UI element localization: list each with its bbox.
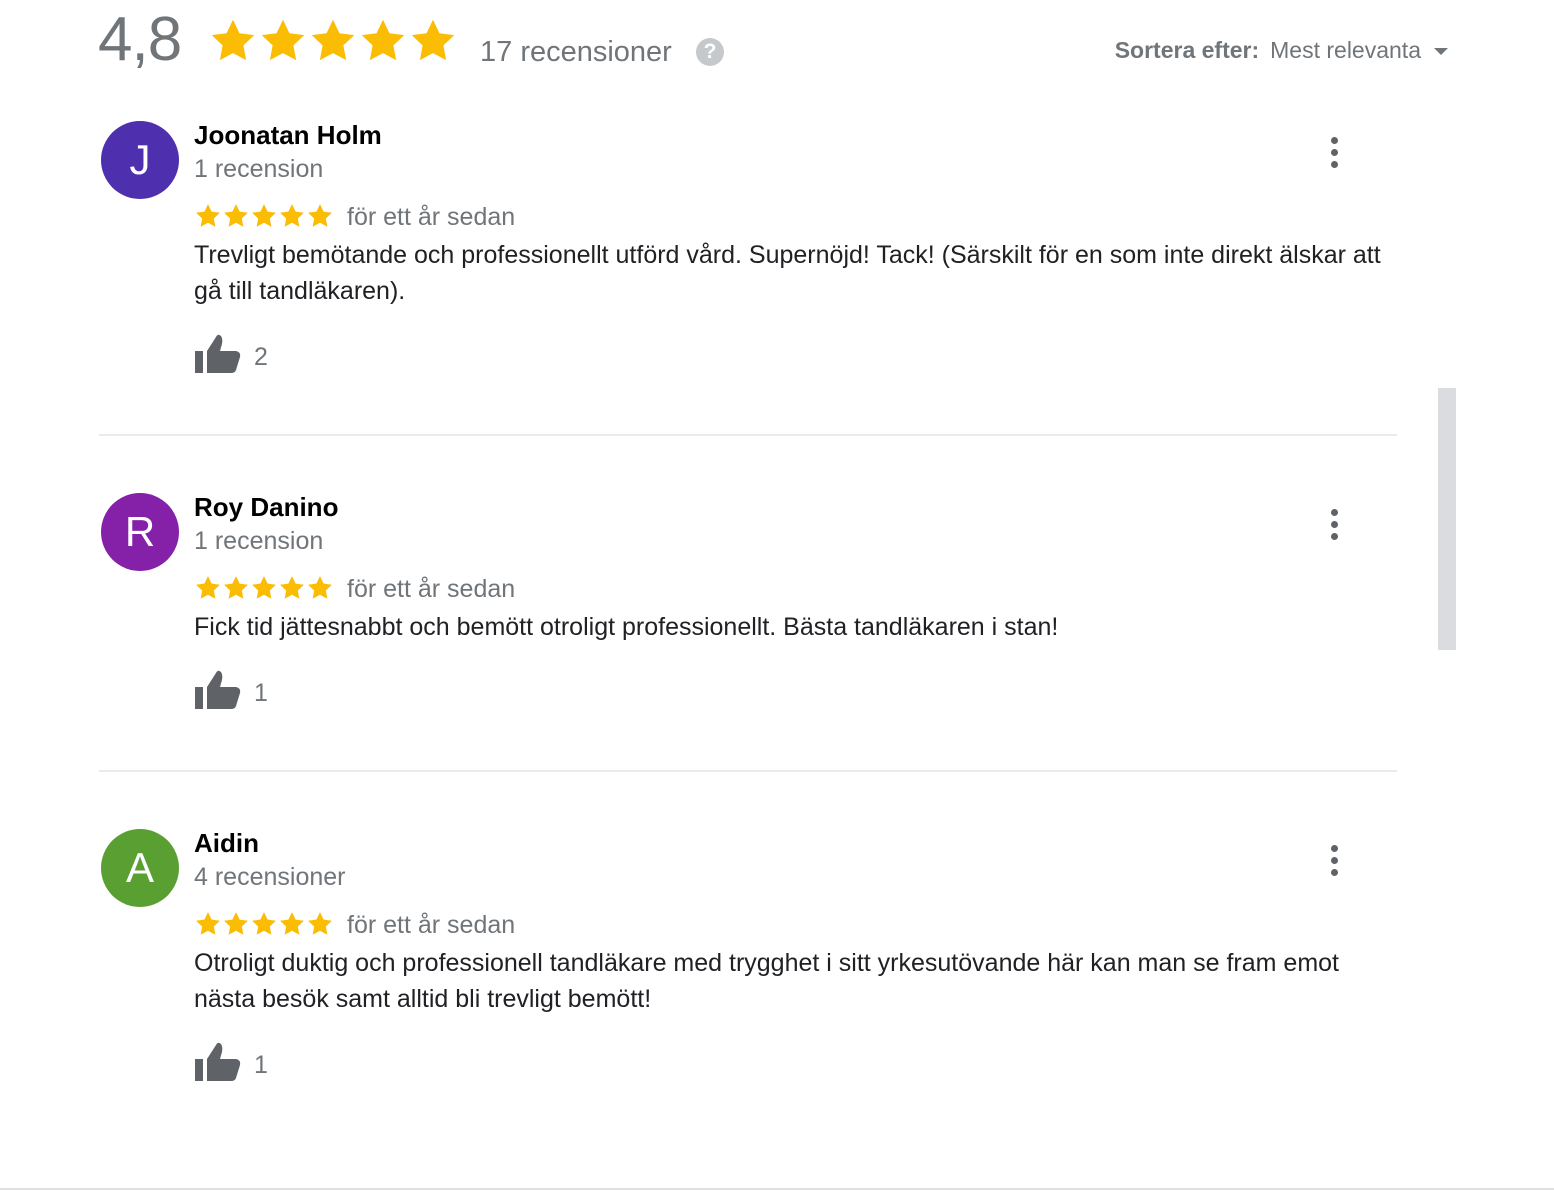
- caret-down-icon: [1434, 47, 1448, 55]
- sort-value: Mest relevanta: [1270, 37, 1421, 63]
- star-icon: [308, 204, 332, 227]
- sort-label: Sortera efter:: [1114, 37, 1260, 63]
- reviewer-name[interactable]: Aidin: [194, 827, 259, 859]
- like-button[interactable]: [194, 1041, 242, 1085]
- review-text: Otroligt duktig och professionell tandlä…: [194, 949, 1340, 1013]
- star-icon: [211, 19, 255, 61]
- sort-dropdown[interactable]: Sortera efter: Mest relevanta: [1115, 34, 1448, 66]
- more-options-icon[interactable]: [1318, 132, 1350, 172]
- help-circle-icon[interactable]: ?: [696, 38, 724, 66]
- avatar[interactable]: R: [101, 493, 179, 571]
- star-icon: [224, 204, 248, 227]
- star-icon: [252, 576, 276, 599]
- star-icon: [280, 204, 304, 227]
- scrollbar-thumb[interactable]: [1438, 388, 1456, 650]
- like-count: 1: [254, 1051, 268, 1079]
- reviewer-name[interactable]: Roy Danino: [194, 491, 338, 523]
- review-divider: [99, 770, 1397, 772]
- like-button[interactable]: [194, 669, 242, 713]
- review-text: Trevligt bemötande och professionellt ut…: [194, 241, 1381, 305]
- star-icon: [252, 204, 276, 227]
- reviewer-review-count: 4 recensioner: [194, 863, 346, 891]
- more-options-icon[interactable]: [1318, 840, 1350, 880]
- star-icon: [280, 912, 304, 935]
- average-rating-stars: [208, 16, 458, 66]
- review-stars: [194, 910, 334, 938]
- star-icon: [196, 912, 220, 935]
- average-rating-value: 4,8: [98, 5, 182, 74]
- review-stars: [194, 202, 334, 230]
- more-options-icon[interactable]: [1318, 504, 1350, 544]
- star-icon: [308, 912, 332, 935]
- bottom-divider: [0, 1188, 1554, 1190]
- star-icon: [411, 19, 455, 61]
- star-icon: [261, 19, 305, 61]
- review-divider: [99, 434, 1397, 436]
- like-button[interactable]: [194, 333, 242, 377]
- star-icon: [196, 204, 220, 227]
- review-count-link[interactable]: 17 recensioner: [480, 32, 672, 72]
- star-icon: [196, 576, 220, 599]
- avatar[interactable]: A: [101, 829, 179, 907]
- thumbs-up-icon: [195, 334, 241, 373]
- reviews-summary-header: 4,8 17 recensioner ? Sortera efter: Mest…: [0, 0, 1554, 90]
- avatar[interactable]: J: [101, 121, 179, 199]
- reviewer-name[interactable]: Joonatan Holm: [194, 119, 382, 151]
- thumbs-up-icon: [195, 1042, 241, 1081]
- like-count: 2: [254, 343, 268, 371]
- star-icon: [224, 912, 248, 935]
- review-date: för ett år sedan: [347, 203, 516, 231]
- reviewer-review-count: 1 recension: [194, 527, 324, 555]
- star-icon: [361, 19, 405, 61]
- review-stars: [194, 574, 334, 602]
- thumbs-up-icon: [195, 670, 241, 709]
- star-icon: [280, 576, 304, 599]
- star-icon: [308, 576, 332, 599]
- star-icon: [224, 576, 248, 599]
- star-icon: [311, 19, 355, 61]
- review-date: för ett år sedan: [347, 911, 516, 939]
- star-icon: [252, 912, 276, 935]
- like-count: 1: [254, 679, 268, 707]
- review-date: för ett år sedan: [347, 575, 516, 603]
- review-text: Fick tid jättesnabbt och bemött otroligt…: [194, 613, 1059, 641]
- reviewer-review-count: 1 recension: [194, 155, 324, 183]
